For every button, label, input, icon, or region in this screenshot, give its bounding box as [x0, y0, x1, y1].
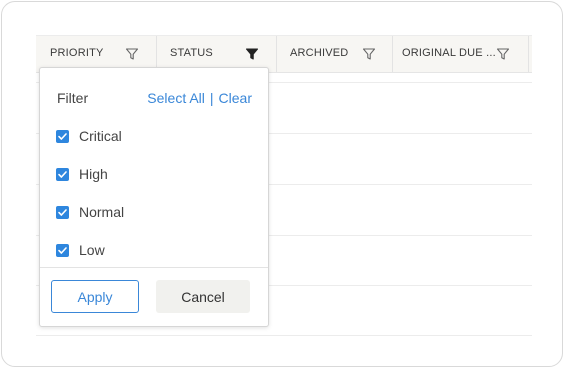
checkmark-icon: [58, 246, 67, 254]
column-header-original-due[interactable]: ORIGINAL DUE ...: [392, 36, 528, 72]
option-label: High: [79, 166, 108, 182]
table-row-divider: [36, 335, 532, 336]
filter-icon[interactable]: [496, 47, 510, 61]
cancel-button[interactable]: Cancel: [156, 280, 250, 313]
filter-title: Filter: [57, 90, 89, 106]
option-label: Critical: [79, 128, 122, 144]
checkmark-icon: [58, 132, 67, 140]
checkbox[interactable]: [56, 129, 69, 143]
filter-option-low[interactable]: Low: [56, 241, 105, 259]
filter-icon[interactable]: [125, 47, 139, 61]
filter-option-high[interactable]: High: [56, 165, 108, 183]
column-label: ARCHIVED: [290, 47, 349, 59]
checkmark-icon: [58, 208, 67, 216]
column-divider: [528, 36, 529, 72]
popup-divider: [40, 267, 268, 268]
column-label: ORIGINAL DUE ...: [402, 47, 496, 59]
filter-icon[interactable]: [362, 47, 376, 61]
filter-option-normal[interactable]: Normal: [56, 203, 124, 221]
column-header-archived[interactable]: ARCHIVED: [276, 36, 392, 72]
filter-filled-icon[interactable]: [245, 47, 259, 61]
checkbox[interactable]: [56, 167, 69, 181]
filter-links: Select All | Clear: [147, 90, 252, 106]
checkmark-icon: [58, 170, 67, 178]
checkbox[interactable]: [56, 243, 69, 257]
column-label: STATUS: [170, 47, 213, 59]
apply-button[interactable]: Apply: [51, 280, 139, 313]
status-filter-popup: Filter Select All | Clear Critical High No…: [39, 67, 269, 327]
filter-option-critical[interactable]: Critical: [56, 127, 122, 145]
link-separator: |: [209, 90, 214, 106]
option-label: Low: [79, 242, 105, 258]
checkbox[interactable]: [56, 205, 69, 219]
option-label: Normal: [79, 204, 125, 220]
select-all-link[interactable]: Select All: [147, 90, 205, 106]
clear-link[interactable]: Clear: [219, 90, 252, 106]
column-label: PRIORITY: [50, 47, 104, 59]
